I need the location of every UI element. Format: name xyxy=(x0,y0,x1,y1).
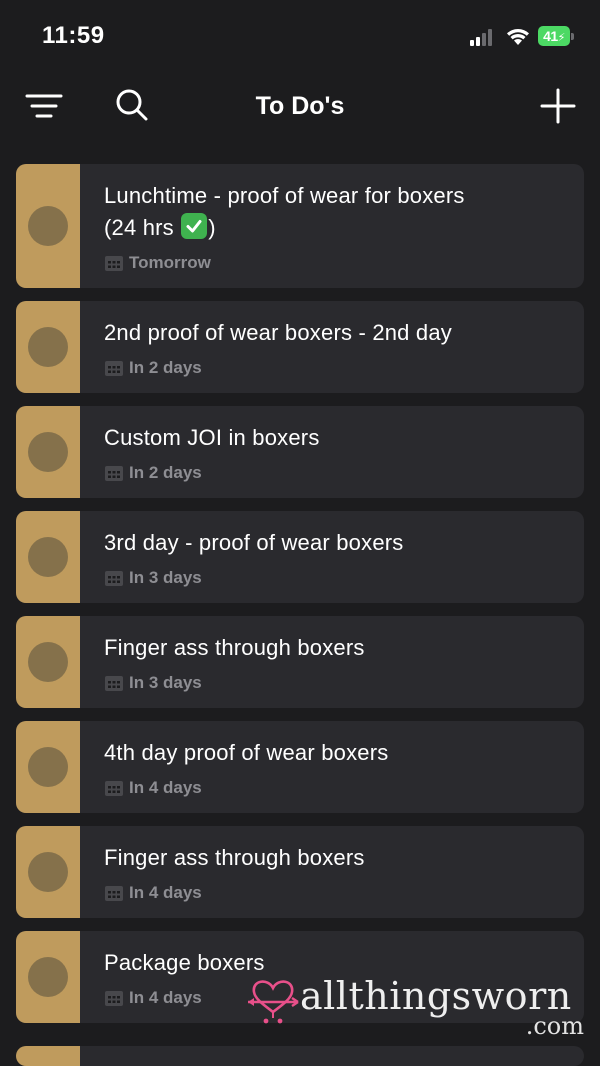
task-body[interactable]: Custom JOI in boxers In 2 days xyxy=(80,406,584,498)
task-body[interactable]: Lunchtime - proof of wear for boxers (24… xyxy=(80,164,584,288)
calendar-icon xyxy=(105,360,123,376)
app-header: To Do's xyxy=(0,76,600,136)
task-item[interactable]: 4th day proof of wear boxers In 4 days xyxy=(16,721,584,813)
task-body[interactable]: 3rd day - proof of wear boxers In 3 days xyxy=(80,511,584,603)
checkbox-circle-icon[interactable] xyxy=(28,327,68,367)
task-title: Lunchtime - proof of wear for boxers (24… xyxy=(104,183,465,240)
task-complete-toggle[interactable] xyxy=(16,164,80,288)
task-complete-toggle[interactable] xyxy=(16,406,80,498)
check-mark-emoji-icon xyxy=(181,213,208,239)
task-item[interactable]: 2nd proof of wear boxers - 2nd day In 2 … xyxy=(16,301,584,393)
checkbox-circle-icon[interactable] xyxy=(28,206,68,246)
battery-icon: 41⚡ xyxy=(538,26,574,46)
checkbox-circle-icon[interactable] xyxy=(28,747,68,787)
task-due: In 2 days xyxy=(104,357,564,379)
task-due: In 4 days xyxy=(104,882,564,904)
task-title: 2nd proof of wear boxers - 2nd day xyxy=(104,320,453,345)
task-due-label: In 2 days xyxy=(129,463,202,482)
task-complete-toggle[interactable] xyxy=(16,301,80,393)
task-complete-toggle[interactable] xyxy=(16,616,80,708)
task-due-label: In 3 days xyxy=(129,568,202,587)
page-title: To Do's xyxy=(255,92,345,120)
status-bar: 11:59 41⚡ xyxy=(0,0,600,70)
calendar-icon xyxy=(105,885,123,901)
checkbox-circle-icon[interactable] xyxy=(28,432,68,472)
task-complete-toggle[interactable] xyxy=(16,931,80,1023)
task-due-label: In 4 days xyxy=(129,988,202,1007)
task-item[interactable]: Finger ass through boxers In 3 days xyxy=(16,616,584,708)
task-title: 3rd day - proof of wear boxers xyxy=(104,530,404,555)
task-item-partial[interactable] xyxy=(16,1046,584,1066)
checkbox-circle-icon[interactable] xyxy=(28,537,68,577)
task-title: Finger ass through boxers xyxy=(104,845,365,870)
task-due-label: In 2 days xyxy=(129,358,202,377)
task-due-label: In 4 days xyxy=(129,778,202,797)
battery-level: 41⚡ xyxy=(538,26,570,46)
task-item[interactable]: Finger ass through boxers In 4 days xyxy=(16,826,584,918)
task-body[interactable]: 2nd proof of wear boxers - 2nd day In 2 … xyxy=(80,301,584,393)
calendar-icon xyxy=(105,780,123,796)
add-task-button[interactable] xyxy=(538,86,578,126)
task-item[interactable]: Custom JOI in boxers In 2 days xyxy=(16,406,584,498)
task-due-label: In 3 days xyxy=(129,673,202,692)
task-title: Finger ass through boxers xyxy=(104,635,365,660)
task-complete-toggle[interactable] xyxy=(16,826,80,918)
watermark: allthingsworn .com xyxy=(246,968,592,1048)
task-complete-toggle[interactable] xyxy=(16,511,80,603)
task-due-label: In 4 days xyxy=(129,883,202,902)
wifi-icon xyxy=(505,26,531,46)
status-time: 11:59 xyxy=(42,22,105,49)
task-list: Lunchtime - proof of wear for boxers (24… xyxy=(16,164,584,1036)
task-due: Tomorrow xyxy=(104,252,564,274)
task-body[interactable]: Finger ass through boxers In 3 days xyxy=(80,616,584,708)
watermark-suffix: .com xyxy=(525,1012,584,1040)
calendar-icon xyxy=(105,465,123,481)
task-due: In 3 days xyxy=(104,672,564,694)
calendar-icon xyxy=(105,255,123,271)
calendar-icon xyxy=(105,675,123,691)
task-body[interactable]: 4th day proof of wear boxers In 4 days xyxy=(80,721,584,813)
task-body[interactable]: Finger ass through boxers In 4 days xyxy=(80,826,584,918)
checkbox-circle-icon[interactable] xyxy=(28,642,68,682)
plus-icon xyxy=(540,88,576,124)
task-title: Custom JOI in boxers xyxy=(104,425,320,450)
heart-arrow-logo-icon xyxy=(248,980,299,1024)
task-due: In 3 days xyxy=(104,567,564,589)
task-item[interactable]: Lunchtime - proof of wear for boxers (24… xyxy=(16,164,584,288)
task-item[interactable]: 3rd day - proof of wear boxers In 3 days xyxy=(16,511,584,603)
task-due-label: Tomorrow xyxy=(129,253,211,272)
task-complete-toggle[interactable] xyxy=(16,721,80,813)
task-due: In 2 days xyxy=(104,462,564,484)
task-complete-toggle[interactable] xyxy=(16,1046,80,1066)
task-title: 4th day proof of wear boxers xyxy=(104,740,389,765)
cellular-signal-icon xyxy=(470,28,496,46)
checkbox-circle-icon[interactable] xyxy=(28,957,68,997)
calendar-icon xyxy=(105,570,123,586)
calendar-icon xyxy=(105,990,123,1006)
checkbox-circle-icon[interactable] xyxy=(28,852,68,892)
task-due: In 4 days xyxy=(104,777,564,799)
